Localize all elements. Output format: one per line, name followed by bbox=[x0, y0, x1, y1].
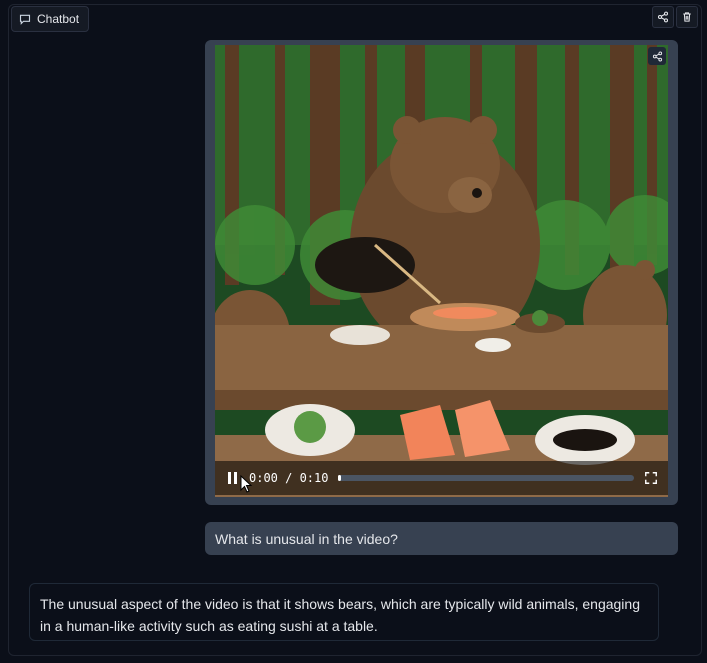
video-message: 0:00 / 0:10 bbox=[205, 40, 678, 505]
progress-fill bbox=[338, 475, 342, 481]
pause-button[interactable] bbox=[225, 471, 239, 485]
delete-button[interactable] bbox=[676, 6, 698, 28]
trash-icon bbox=[683, 12, 691, 22]
fullscreen-icon[interactable] bbox=[644, 471, 658, 485]
user-message-text: What is unusual in the video? bbox=[215, 530, 398, 547]
video-frame bbox=[215, 45, 668, 497]
progress-bar[interactable] bbox=[338, 475, 634, 481]
time-display: 0:00 / 0:10 bbox=[249, 471, 329, 485]
video-controls: 0:00 / 0:10 bbox=[215, 461, 668, 495]
share-button[interactable] bbox=[652, 6, 674, 28]
chatbot-label: Chatbot bbox=[11, 6, 90, 32]
pause-icon bbox=[227, 472, 231, 484]
mouse-cursor-icon bbox=[240, 475, 253, 493]
user-message: What is unusual in the video? bbox=[205, 522, 678, 555]
share-icon bbox=[657, 11, 669, 23]
chat-bubble-icon bbox=[19, 14, 31, 25]
bot-message: The unusual aspect of the video is that … bbox=[29, 583, 659, 641]
panel-actions bbox=[652, 6, 698, 28]
bot-message-text: The unusual aspect of the video is that … bbox=[40, 596, 640, 634]
video-share-button[interactable] bbox=[648, 47, 666, 65]
chatbot-label-text: Chatbot bbox=[37, 12, 80, 26]
pause-icon-bar bbox=[233, 472, 237, 484]
share-icon bbox=[652, 51, 662, 61]
video-player[interactable] bbox=[215, 45, 668, 497]
